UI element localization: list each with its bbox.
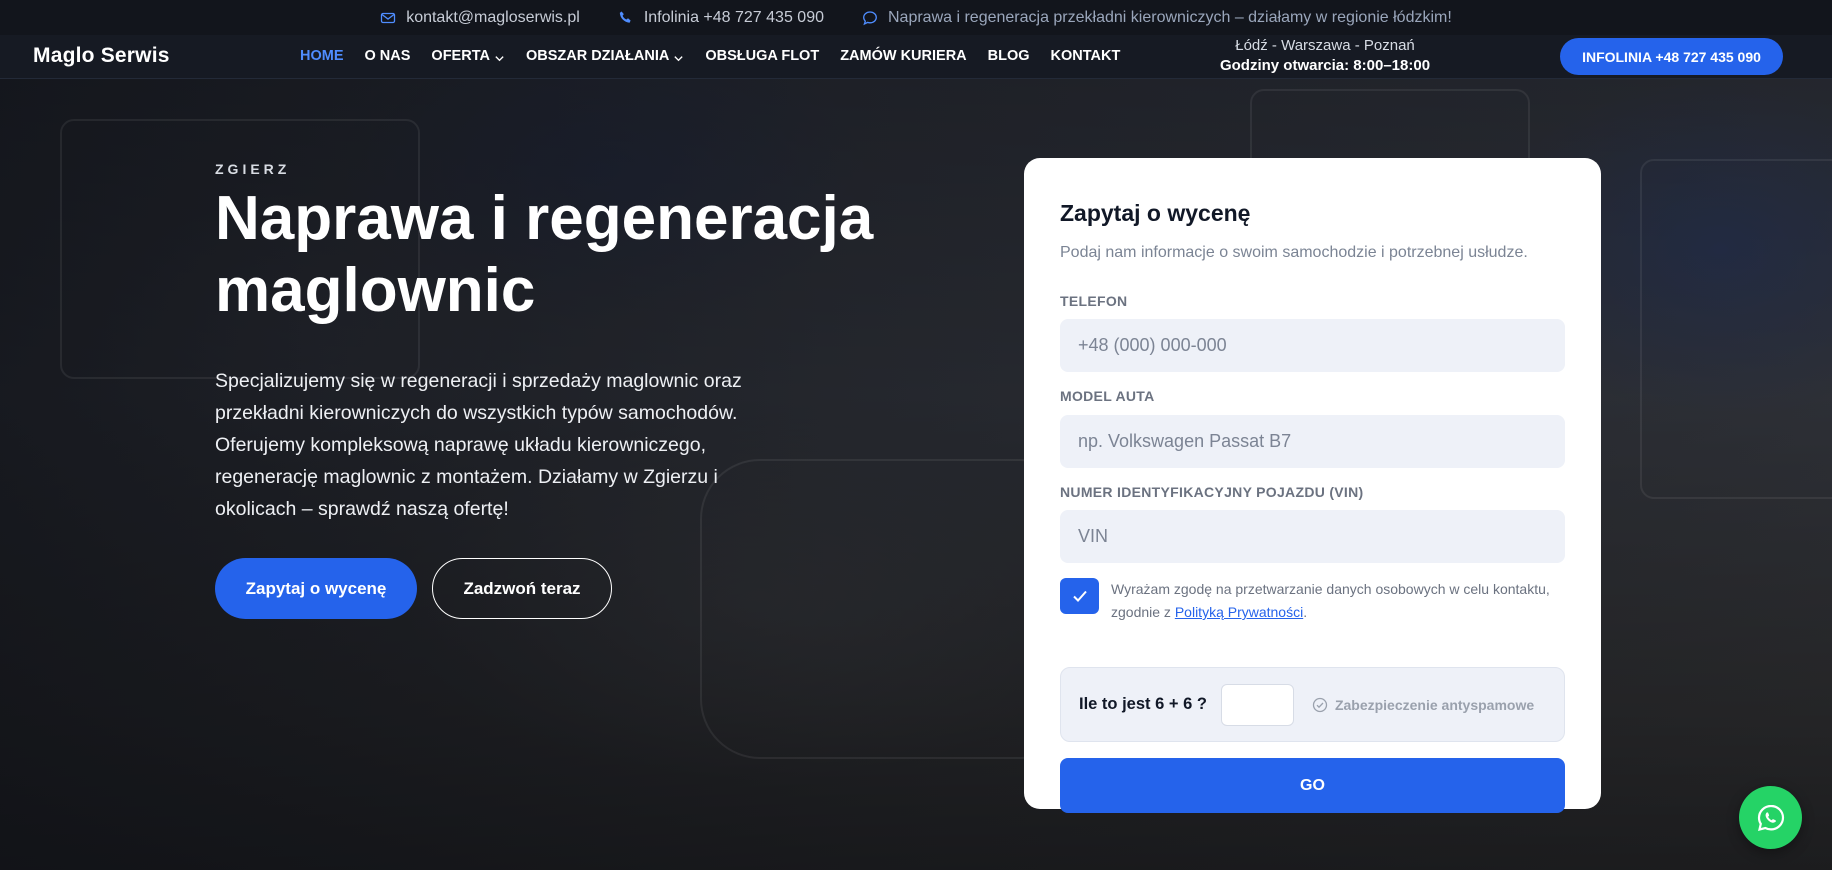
phone-input[interactable] [1060, 319, 1565, 372]
consent-checkbox[interactable] [1060, 578, 1099, 614]
phone-icon [619, 11, 631, 23]
form-title: Zapytaj o wycenę [1060, 200, 1251, 226]
car-model-input[interactable] [1060, 415, 1565, 468]
antispam-note: Zabezpieczenie antyspamowe [1312, 697, 1534, 713]
nav-item-o-nas[interactable]: O NAS [365, 48, 411, 64]
locations-text: Łódź - Warszawa - Poznań [1235, 37, 1415, 54]
nav-item-oferta[interactable]: OFERTA [431, 48, 505, 64]
nav-item-zamow-kuriera[interactable]: ZAMÓW KURIERA [840, 48, 966, 64]
hero-title: Naprawa i regeneracja maglownic [215, 184, 874, 325]
hotline-button[interactable]: INFOLINIA +48 727 435 090 [1560, 38, 1783, 75]
vin-label: NUMER IDENTYFIKACYJNY POJAZDU (VIN) [1060, 484, 1364, 500]
consent-text-end: . [1303, 604, 1308, 620]
consent-text: Wyrażam zgodę na przetwarzanie danych os… [1111, 578, 1565, 624]
antispam-box: Ile to jest 6 + 6 ? Zabezpieczenie antys… [1060, 667, 1565, 742]
antispam-answer-input[interactable] [1220, 683, 1294, 726]
form-subtitle: Podaj nam informacje o swoim samochodzie… [1060, 244, 1528, 261]
hero-eyebrow: ZGIERZ [215, 161, 291, 177]
hero-section: ZGIERZ Naprawa i regeneracja maglownic S… [0, 79, 1832, 870]
nav-item-home[interactable]: HOME [300, 48, 344, 64]
topbar-phone-text: Infolinia +48 727 435 090 [643, 8, 824, 26]
quote-form-card: Zapytaj o wycenę Podaj nam informacje o … [1024, 158, 1601, 813]
topbar-email-text: kontakt@magloserwis.pl [406, 8, 580, 26]
background-decor [1640, 159, 1832, 499]
locations-info: Łódź - Warszawa - Poznań Godziny otwarci… [1210, 36, 1440, 76]
request-quote-button[interactable]: Zapytaj o wycenę [215, 558, 417, 619]
topbar-notice: Naprawa i regeneracja przekładni kierown… [862, 9, 1452, 27]
consent-row: Wyrażam zgodę na przetwarzanie danych os… [1060, 578, 1565, 624]
whatsapp-icon [1757, 804, 1784, 831]
whatsapp-button[interactable] [1739, 786, 1802, 849]
antispam-note-text: Zabezpieczenie antyspamowe [1334, 696, 1535, 713]
hero-description: Specjalizujemy się w regeneracji i sprze… [215, 370, 742, 520]
site-logo[interactable]: Maglo Serwis [33, 44, 170, 68]
submit-button[interactable]: GO [1060, 758, 1565, 813]
chat-bubble-icon [863, 10, 877, 25]
antispam-question: Ile to jest 6 + 6 ? [1079, 695, 1207, 713]
main-navbar: Maglo Serwis HOME O NAS OFERTA OBSZAR DZ… [0, 35, 1832, 79]
nav-item-obsluga-flot[interactable]: OBSŁUGA FLOT [705, 48, 819, 64]
chevron-down-icon [495, 55, 504, 61]
top-bar: kontakt@magloserwis.pl Infolinia +48 727… [0, 0, 1832, 35]
opening-hours: Godziny otwarcia: 8:00–18:00 [1219, 57, 1431, 74]
main-menu: HOME O NAS OFERTA OBSZAR DZIAŁANIA OBSŁU… [300, 48, 1120, 64]
privacy-policy-link[interactable]: Polityką Prywatności [1175, 604, 1303, 620]
nav-item-obszar-dzialania[interactable]: OBSZAR DZIAŁANIA [526, 48, 684, 64]
call-now-button[interactable]: Zadzwoń teraz [432, 558, 612, 619]
check-circle-icon [1312, 697, 1328, 712]
check-icon [1072, 590, 1087, 602]
nav-item-blog[interactable]: BLOG [988, 48, 1030, 64]
topbar-phone[interactable]: Infolinia +48 727 435 090 [618, 9, 824, 27]
topbar-notice-text: Naprawa i regeneracja przekładni kierown… [887, 8, 1452, 26]
chevron-down-icon [674, 55, 683, 61]
nav-item-kontakt[interactable]: KONTAKT [1051, 48, 1121, 64]
vin-input[interactable] [1060, 510, 1565, 563]
topbar-email[interactable]: kontakt@magloserwis.pl [380, 9, 580, 27]
mail-icon [381, 12, 396, 23]
car-model-label: MODEL AUTA [1060, 388, 1155, 404]
phone-label: TELEFON [1060, 293, 1128, 309]
